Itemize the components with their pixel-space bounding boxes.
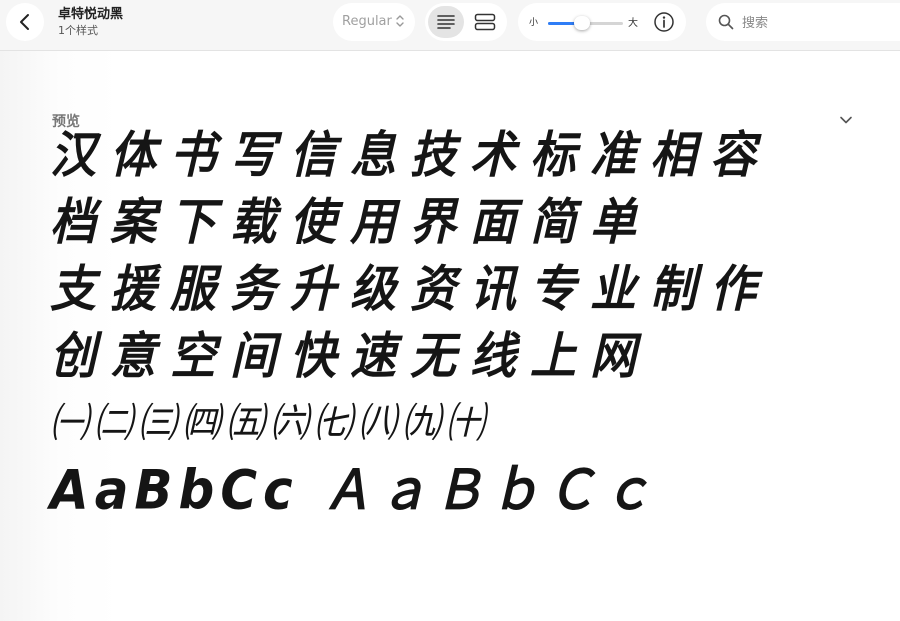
- size-small-label: 小: [529, 18, 539, 28]
- grid-view-icon: [474, 13, 496, 31]
- chevron-down-icon[interactable]: [838, 113, 854, 127]
- font-title-block: 卓特悦动黑 1个样式: [58, 6, 123, 38]
- chevron-left-icon: [20, 14, 29, 30]
- size-slider-thumb[interactable]: [573, 16, 590, 30]
- preview-line: ㈠㈡㈢㈣㈤㈥㈦㈧㈨㈩: [50, 399, 491, 447]
- preview-line: 档案下载使用界面简单: [50, 192, 650, 252]
- list-view-icon: [437, 15, 455, 29]
- preview-line: AaBbCc ＡａＢｂＣｃ: [50, 458, 659, 522]
- preview-line: 创意空间快速无线上网: [50, 326, 650, 386]
- preview-line: 支援服务升级资讯专业制作: [50, 259, 770, 319]
- back-button[interactable]: [6, 3, 44, 41]
- search-box: [706, 3, 900, 41]
- search-input[interactable]: [740, 12, 894, 34]
- preview-line: 汉体书写信息技术标准相容: [50, 125, 770, 185]
- size-slider[interactable]: [548, 16, 623, 30]
- view-toggle: [425, 3, 507, 41]
- chevron-up-down-icon: [396, 15, 404, 27]
- search-icon: [718, 14, 734, 30]
- style-select-value: Regular: [342, 14, 392, 29]
- style-select[interactable]: Regular: [333, 3, 415, 41]
- size-control: 小 大: [518, 3, 686, 41]
- info-icon[interactable]: [653, 11, 675, 33]
- grid-view-button[interactable]: [467, 6, 503, 38]
- style-count: 1个样式: [58, 24, 98, 37]
- font-name: 卓特悦动黑: [58, 7, 124, 22]
- list-view-button[interactable]: [428, 6, 464, 38]
- size-large-label: 大: [628, 18, 638, 29]
- top-toolbar: 卓特悦动黑 1个样式 Regular 小 大: [0, 0, 900, 51]
- font-preview: 汉体书写信息技术标准相容 档案下载使用界面简单 支援服务升级资讯专业制作 创意空…: [50, 122, 770, 524]
